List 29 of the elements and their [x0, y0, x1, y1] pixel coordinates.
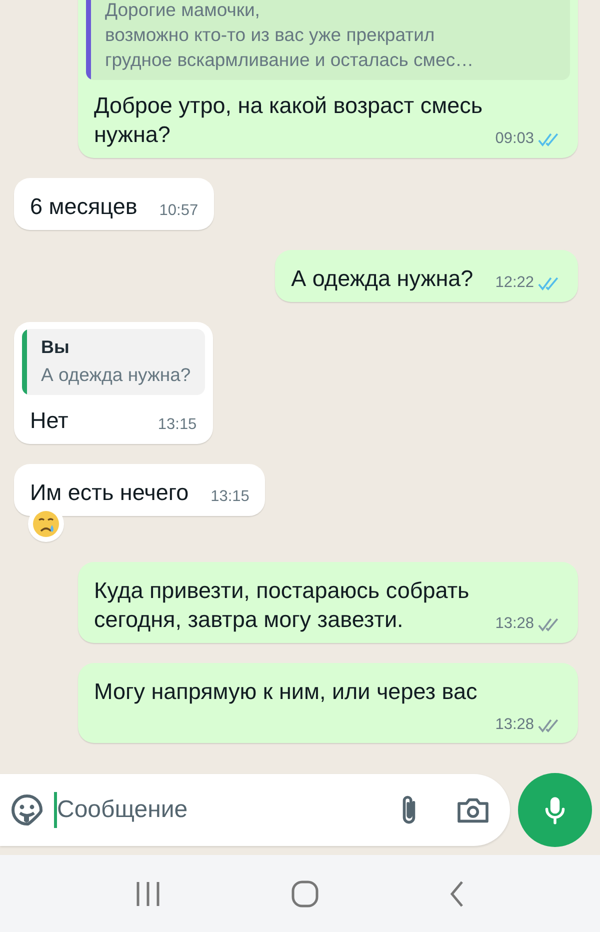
sticker-icon[interactable] [10, 793, 44, 827]
quote-text: А одежда нужна? [41, 363, 191, 387]
message-text: Им есть нечего [30, 480, 189, 505]
text-cursor [54, 792, 57, 828]
back-icon[interactable] [449, 880, 465, 908]
quoted-message[interactable]: Дорогие мамочки, возможно кто-то из вас уже прекратил грудное вскармливание и осталась смес… [86, 0, 570, 80]
message-text: Куда привезти, постараюсь собрать сегодня, завтра могу завезти. [94, 578, 470, 632]
quoted-message[interactable]: Вы А одежда нужна? [22, 329, 205, 395]
message-time: 13:15 [210, 488, 250, 506]
crying-face-icon[interactable] [28, 506, 64, 542]
message-field[interactable]: Сообщение [57, 796, 388, 824]
message-text: А одежда нужна? [291, 266, 474, 291]
camera-icon[interactable] [456, 796, 490, 824]
home-icon[interactable] [291, 880, 319, 908]
quote-author: Вы [41, 337, 70, 358]
quote-text: Дорогие мамочки, возможно кто-то из вас уже прекратил грудное вскармливание и осталась смес… [105, 0, 474, 72]
message-input-bar[interactable]: Сообщение [0, 774, 510, 846]
message-time: 13:28 [495, 615, 534, 633]
microphone-icon [544, 795, 566, 825]
message-text: Могу напрямую к ним, или через вас [94, 679, 478, 704]
message-text: Нет [30, 408, 68, 433]
message-time: 13:15 [158, 416, 197, 434]
message-text: 6 месяцев [30, 194, 138, 219]
message-time: 13:28 [495, 716, 534, 734]
message-text: Доброе утро, на какой возраст смесь нужна? [94, 93, 483, 147]
message-time: 09:03 [495, 130, 534, 148]
message-time: 12:22 [495, 274, 534, 292]
message-time: 10:57 [159, 202, 198, 220]
recent-apps-icon[interactable] [135, 880, 161, 908]
